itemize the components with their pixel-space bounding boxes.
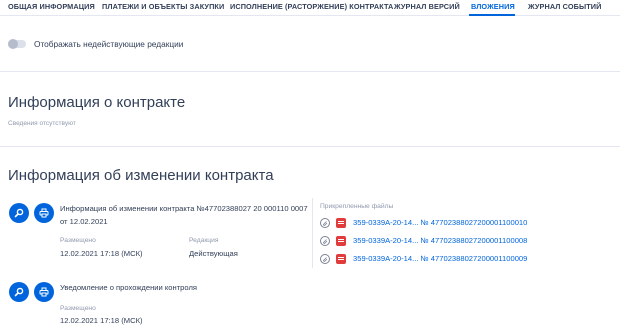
print-button[interactable] xyxy=(34,282,54,302)
attached-file-row[interactable]: 359-0339А-20-14... № 4770238802720000110… xyxy=(320,235,527,247)
file-link[interactable]: 359-0339А-20-14... № 4770238802720000110… xyxy=(353,236,527,245)
tab-bar: ОБЩАЯ ИНФОРМАЦИЯ ПЛАТЕЖИ И ОБЪЕКТЫ ЗАКУП… xyxy=(0,0,620,16)
divider xyxy=(0,71,620,72)
attached-files-label: Прикрепленные файлы xyxy=(320,203,394,210)
print-button[interactable] xyxy=(34,203,54,223)
edition-label: Редакция xyxy=(189,237,219,244)
edition-value: Действующая xyxy=(189,249,238,258)
attached-file-row[interactable]: 359-0339А-20-14... № 4770238802720000110… xyxy=(320,253,527,265)
inactive-editions-toggle-row: Отображать недействующие редакции xyxy=(8,38,183,50)
toggle-label: Отображать недействующие редакции xyxy=(34,39,184,49)
pdf-file-icon xyxy=(336,218,346,228)
tab-execution[interactable]: ИСПОЛНЕНИЕ (РАСТОРЖЕНИЕ) КОНТРАКТА xyxy=(230,2,393,11)
posted-value: 12.02.2021 17:18 (МСК) xyxy=(60,249,143,258)
divider xyxy=(0,146,620,147)
column-divider xyxy=(312,198,313,268)
file-link[interactable]: 359-0339А-20-14... № 4770238802720000110… xyxy=(353,218,527,227)
posted-label: Размещено xyxy=(60,305,96,312)
paperclip-icon xyxy=(320,236,330,246)
tab-version-log[interactable]: ЖУРНАЛ ВЕРСИЙ xyxy=(394,2,460,11)
contract-changes-heading: Информация об изменении контракта xyxy=(8,167,274,184)
file-link[interactable]: 359-0339А-20-14... № 4770238802720000110… xyxy=(353,254,527,263)
tab-general-info[interactable]: ОБЩАЯ ИНФОРМАЦИЯ xyxy=(8,2,95,11)
pdf-file-icon xyxy=(336,236,346,246)
pdf-file-icon xyxy=(336,254,346,264)
inactive-editions-toggle[interactable] xyxy=(8,39,26,49)
attached-file-row[interactable]: 359-0339А-20-14... № 4770238802720000110… xyxy=(320,217,527,229)
tab-payments[interactable]: ПЛАТЕЖИ И ОБЪЕКТЫ ЗАКУПКИ xyxy=(102,2,224,11)
posted-value: 12.02.2021 17:18 (МСК) xyxy=(60,316,143,325)
tab-attachments[interactable]: ВЛОЖЕНИЯ xyxy=(471,2,515,11)
contract-info-heading: Информация о контракте xyxy=(8,94,186,111)
magnifier-icon xyxy=(14,208,24,218)
search-button[interactable] xyxy=(9,203,29,223)
active-tab-indicator xyxy=(469,14,515,16)
paperclip-icon xyxy=(320,254,330,264)
control-notice-title[interactable]: Уведомление о прохождении контроля xyxy=(60,281,314,294)
tab-event-log[interactable]: ЖУРНАЛ СОБЫТИЙ xyxy=(528,2,601,11)
change-doc-title[interactable]: Информация об изменении контракта №47702… xyxy=(60,202,314,228)
printer-icon xyxy=(39,208,49,218)
toggle-knob xyxy=(8,39,18,49)
empty-state-text: Сведения отсутствуют xyxy=(8,120,76,127)
printer-icon xyxy=(39,287,49,297)
paperclip-icon xyxy=(320,218,330,228)
magnifier-icon xyxy=(14,287,24,297)
posted-label: Размещено xyxy=(60,237,96,244)
search-button[interactable] xyxy=(9,282,29,302)
